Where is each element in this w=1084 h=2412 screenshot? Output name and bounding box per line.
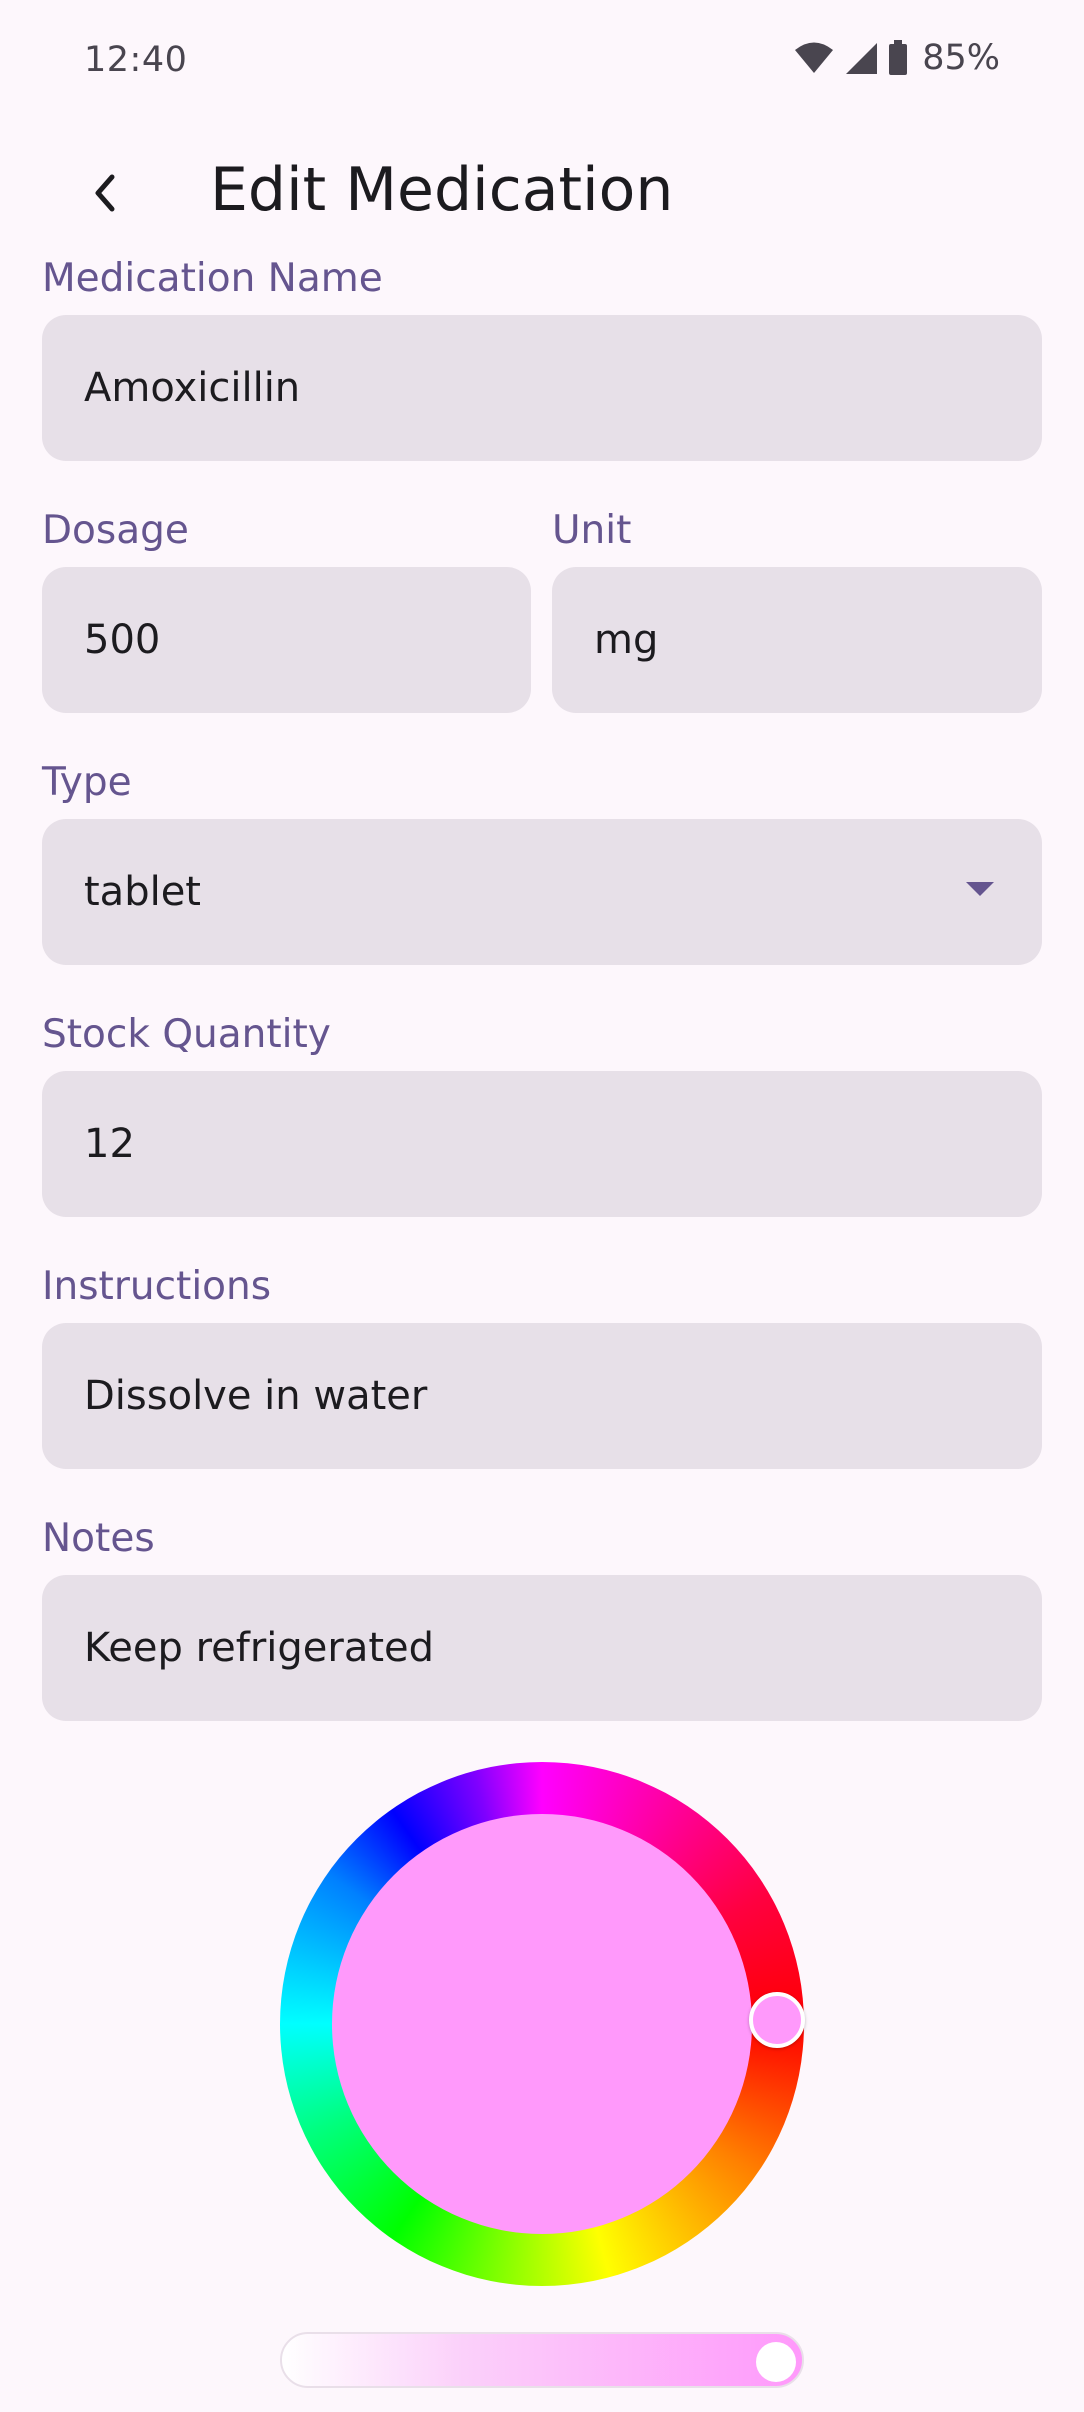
status-icons: 85% bbox=[794, 38, 1000, 78]
wifi-icon bbox=[794, 41, 834, 75]
dropdown-arrow-icon bbox=[966, 882, 994, 896]
chevron-left-icon bbox=[90, 173, 120, 217]
battery-percent: 85% bbox=[922, 38, 1000, 78]
unit-field[interactable]: mg bbox=[552, 567, 1042, 713]
notes-field[interactable]: Keep refrigerated bbox=[42, 1575, 1042, 1721]
signal-icon bbox=[844, 41, 878, 75]
brightness-slider-thumb[interactable] bbox=[756, 2342, 796, 2382]
status-bar: 12:40 85% bbox=[0, 0, 1084, 124]
app-bar: Edit Medication bbox=[0, 140, 1084, 240]
notes-label: Notes bbox=[42, 1516, 155, 1561]
unit-label: Unit bbox=[552, 508, 632, 553]
back-button[interactable] bbox=[70, 160, 140, 230]
stock-quantity-field[interactable]: 12 bbox=[42, 1071, 1042, 1217]
selected-color-preview bbox=[332, 1814, 752, 2234]
medication-name-field[interactable]: Amoxicillin bbox=[42, 315, 1042, 461]
instructions-field[interactable]: Dissolve in water bbox=[42, 1323, 1042, 1469]
stock-quantity-label: Stock Quantity bbox=[42, 1012, 331, 1057]
color-wheel[interactable] bbox=[280, 1762, 805, 2286]
type-dropdown[interactable]: tablet bbox=[42, 819, 1042, 965]
type-value: tablet bbox=[84, 869, 201, 915]
brightness-slider[interactable] bbox=[280, 2332, 804, 2388]
dosage-value: 500 bbox=[84, 617, 161, 663]
dosage-field[interactable]: 500 bbox=[42, 567, 531, 713]
battery-icon bbox=[888, 40, 908, 76]
type-label: Type bbox=[42, 760, 132, 805]
instructions-label: Instructions bbox=[42, 1264, 272, 1309]
stock-quantity-value: 12 bbox=[84, 1121, 135, 1167]
instructions-value: Dissolve in water bbox=[84, 1373, 428, 1419]
dosage-label: Dosage bbox=[42, 508, 189, 553]
notes-value: Keep refrigerated bbox=[84, 1625, 435, 1671]
unit-value: mg bbox=[594, 617, 659, 663]
page-title: Edit Medication bbox=[210, 155, 674, 225]
medication-name-value: Amoxicillin bbox=[84, 365, 301, 411]
status-time: 12:40 bbox=[84, 40, 188, 80]
hue-handle[interactable] bbox=[749, 1992, 805, 2048]
medication-name-label: Medication Name bbox=[42, 256, 383, 301]
